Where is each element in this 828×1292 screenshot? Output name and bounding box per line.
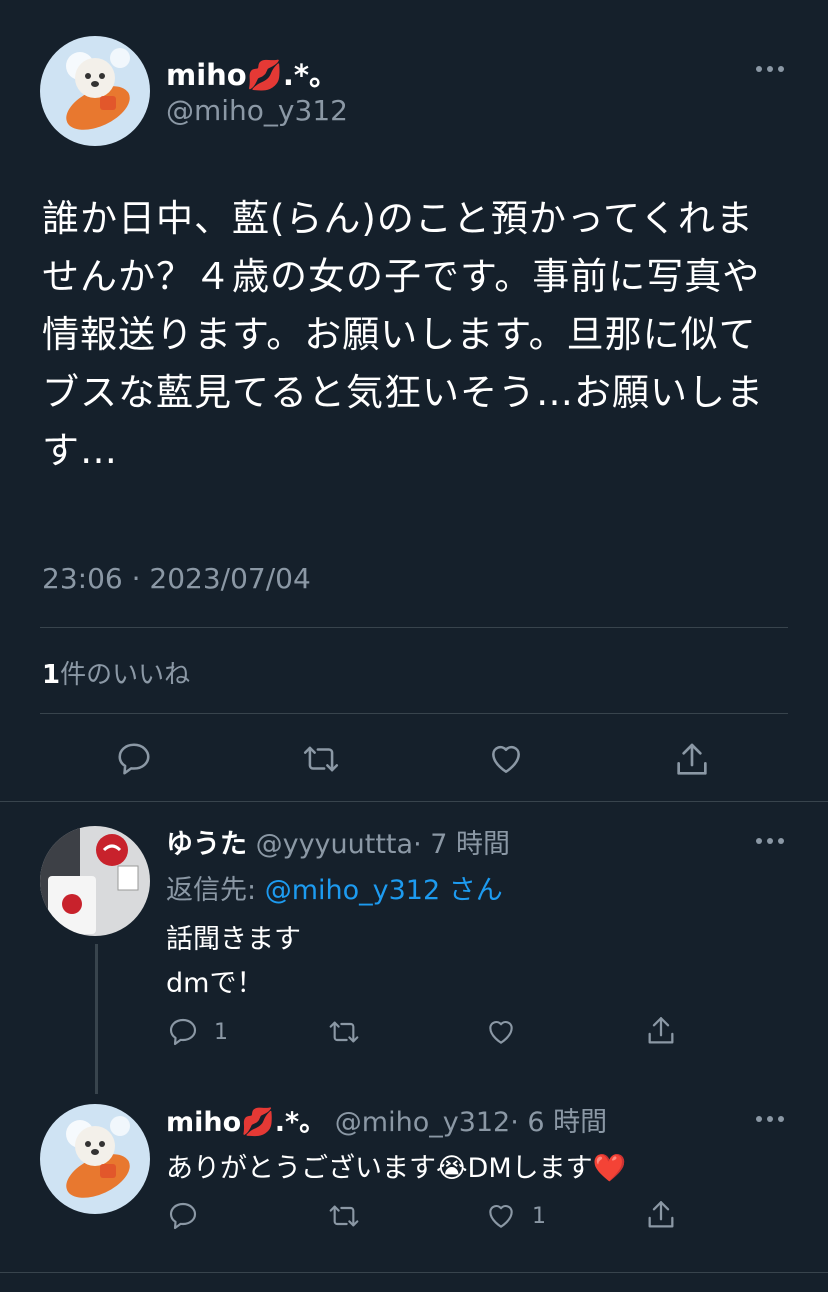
heart-icon[interactable]: 1 — [484, 1200, 546, 1232]
reply-time[interactable]: · 7 時間 — [413, 829, 510, 860]
more-dots-icon[interactable] — [755, 834, 785, 848]
display-name[interactable]: miho💋.*。 — [166, 1107, 326, 1138]
reply1-header: ゆうた @yyyuuttta· 7 時間 — [166, 822, 510, 861]
display-name-suffix: .*。 — [274, 1107, 327, 1138]
like-count: 1 — [532, 1203, 546, 1229]
display-name[interactable]: miho💋.*。 — [166, 52, 338, 94]
reply-count: 1 — [214, 1019, 228, 1045]
reply-bubble-icon[interactable] — [114, 740, 154, 778]
share-upload-icon[interactable] — [644, 1014, 678, 1048]
reply-bubble-icon[interactable]: 1 — [166, 1016, 228, 1048]
divider — [40, 713, 788, 714]
likes-summary[interactable]: 1件のいいね — [42, 654, 190, 691]
likes-label: 件のいいね — [60, 660, 191, 690]
display-name-suffix: .*。 — [282, 58, 339, 92]
reply-bubble-icon[interactable] — [166, 1200, 200, 1232]
reply-text-line: dmで！ — [166, 968, 264, 999]
handle[interactable]: @miho_y312 — [335, 1107, 510, 1138]
retweet-icon[interactable] — [326, 1200, 362, 1232]
reply-text: 話聞きます dmで！ — [166, 918, 301, 1006]
share-upload-icon[interactable] — [644, 1198, 678, 1232]
kiss-emoji-icon: 💋 — [246, 58, 283, 92]
reply-time[interactable]: · 6 時間 — [510, 1107, 607, 1138]
reply-to-suffix: さん — [448, 875, 503, 906]
divider — [40, 627, 788, 628]
reply2-header: miho💋.*。 @miho_y312· 6 時間 — [166, 1100, 607, 1139]
thread-line — [95, 944, 98, 1094]
likes-count: 1 — [42, 660, 61, 690]
tweet-text: 誰か日中、藍(らん)のこと預かってくれませんか？４歳の女の子です。事前に写真や情… — [42, 197, 764, 472]
reply-text-line: 話聞きます — [166, 924, 301, 955]
more-dots-icon[interactable] — [755, 1112, 785, 1126]
reply-text: ありがとうございます😭DMします❤️ — [166, 1153, 627, 1184]
divider — [0, 801, 828, 802]
kiss-emoji-icon: 💋 — [241, 1107, 275, 1138]
reply-to-line: 返信先: @miho_y312 さん — [166, 868, 503, 907]
avatar-yuta[interactable] — [40, 826, 150, 936]
retweet-icon[interactable] — [326, 1016, 362, 1048]
share-upload-icon[interactable] — [672, 740, 712, 780]
divider — [0, 1272, 828, 1273]
retweet-icon[interactable] — [300, 740, 342, 778]
reply-to-handle[interactable]: @miho_y312 — [265, 875, 440, 906]
display-name-text: miho — [166, 1107, 242, 1138]
more-dots-icon[interactable] — [755, 62, 785, 76]
tweet-timestamp[interactable]: 23:06 · 2023/07/04 — [42, 562, 311, 595]
heart-icon[interactable] — [484, 1016, 518, 1048]
display-name[interactable]: ゆうた — [166, 829, 247, 860]
handle[interactable]: @yyyuuttta — [256, 829, 413, 860]
avatar-miho[interactable] — [40, 36, 150, 146]
avatar-miho[interactable] — [40, 1104, 150, 1214]
display-name-text: miho — [166, 58, 247, 92]
reply-to-prefix: 返信先: — [166, 875, 257, 906]
handle[interactable]: @miho_y312 — [166, 94, 348, 127]
heart-icon[interactable] — [486, 740, 526, 778]
